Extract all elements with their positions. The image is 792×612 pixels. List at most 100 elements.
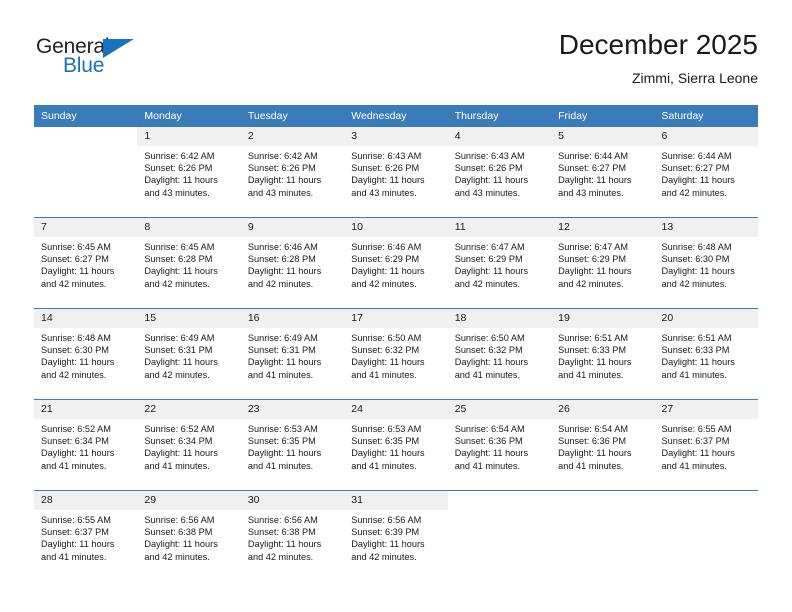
day-cell-24[interactable]: 24 Sunrise: 6:53 AM Sunset: 6:35 PM Dayligh…	[344, 400, 448, 490]
general-blue-logo[interactable]: General Blue	[36, 36, 186, 86]
day-cell-31[interactable]: 31 Sunrise: 6:56 AM Sunset: 6:39 PM Dayligh…	[344, 491, 448, 581]
daylight-text-line2: and 41 minutes.	[454, 460, 521, 471]
daylight-text-line2: and 42 minutes.	[351, 278, 417, 289]
sunrise-text: Sunrise: 6:50 AM	[454, 333, 525, 343]
day-cell-empty	[447, 491, 552, 581]
day-cell-1[interactable]: 1 Sunrise: 6:42 AM Sunset: 6:26 PM Daylight…	[137, 127, 241, 217]
day-cell: 7 Sunrise: 6:45 AM Sunset: 6:27 PM Daylight…	[34, 217, 138, 309]
day-cell-5[interactable]: 5 Sunrise: 6:44 AM Sunset: 6:27 PM Daylight…	[551, 127, 655, 217]
sunrise-text: Sunrise: 6:52 AM	[41, 424, 111, 434]
sunrise-text: Sunrise: 6:53 AM	[247, 424, 318, 434]
day-cell-7[interactable]: 7 Sunrise: 6:45 AM Sunset: 6:27 PM Daylight…	[34, 218, 138, 308]
day-number: 22	[137, 400, 241, 419]
day-cell-22[interactable]: 22 Sunrise: 6:52 AM Sunset: 6:34 PM Dayligh…	[137, 400, 241, 490]
daylight-text-line1: Daylight: 11 hours	[144, 448, 218, 459]
daylight-text-line2: and 43 minutes.	[454, 187, 521, 198]
day-number: 17	[344, 309, 448, 328]
day-number: 20	[654, 309, 758, 328]
day-cell-16[interactable]: 16 Sunrise: 6:49 AM Sunset: 6:31 PM Dayligh…	[240, 309, 345, 399]
day-cell-19[interactable]: 19 Sunrise: 6:51 AM Sunset: 6:33 PM Dayligh…	[551, 309, 655, 399]
day-cell-27[interactable]: 27 Sunrise: 6:55 AM Sunset: 6:37 PM Dayligh…	[654, 400, 758, 490]
day-cell-18[interactable]: 18 Sunrise: 6:50 AM Sunset: 6:32 PM Dayligh…	[447, 309, 552, 399]
daylight-text-line2: and 42 minutes.	[41, 369, 107, 380]
day-cell-26[interactable]: 26 Sunrise: 6:54 AM Sunset: 6:36 PM Dayligh…	[551, 400, 655, 490]
daylight-text-line1: Daylight: 11 hours	[144, 266, 218, 277]
calendar-table: Sunday Monday Tuesday Wednesday Thursday…	[34, 105, 758, 581]
sunrise-text: Sunrise: 6:46 AM	[351, 242, 422, 252]
daylight-text-line2: and 42 minutes.	[41, 278, 107, 289]
day-info: Sunrise: 6:54 AM Sunset: 6:36 PM Daylight:…	[448, 419, 551, 472]
day-cell-23[interactable]: 23 Sunrise: 6:53 AM Sunset: 6:35 PM Dayligh…	[240, 400, 345, 490]
day-cell-3[interactable]: 3 Sunrise: 6:43 AM Sunset: 6:26 PM Daylight…	[344, 127, 448, 217]
day-cell-29[interactable]: 29 Sunrise: 6:56 AM Sunset: 6:38 PM Dayligh…	[137, 491, 241, 581]
weekday-header-tuesday: Tuesday	[240, 105, 345, 127]
day-cell: 2 Sunrise: 6:42 AM Sunset: 6:26 PM Daylight…	[240, 127, 345, 218]
sunset-text: Sunset: 6:37 PM	[661, 436, 730, 447]
sunrise-text: Sunrise: 6:48 AM	[41, 333, 111, 343]
day-number: 15	[137, 309, 241, 328]
day-cell: 23 Sunrise: 6:53 AM Sunset: 6:35 PM Dayligh…	[240, 399, 345, 491]
sunset-text: Sunset: 6:38 PM	[144, 527, 213, 538]
day-cell-17[interactable]: 17 Sunrise: 6:50 AM Sunset: 6:32 PM Dayligh…	[344, 309, 448, 399]
daylight-text-line2: and 41 minutes.	[41, 551, 107, 562]
sunrise-text: Sunrise: 6:46 AM	[247, 242, 318, 252]
day-cell-11[interactable]: 11 Sunrise: 6:47 AM Sunset: 6:29 PM Dayligh…	[447, 218, 552, 308]
day-cell-21[interactable]: 21 Sunrise: 6:52 AM Sunset: 6:34 PM Dayligh…	[34, 400, 138, 490]
daylight-text-line1: Daylight: 11 hours	[247, 357, 322, 368]
day-cell-13[interactable]: 13 Sunrise: 6:48 AM Sunset: 6:30 PM Dayligh…	[654, 218, 758, 308]
day-cell-8[interactable]: 8 Sunrise: 6:45 AM Sunset: 6:28 PM Daylight…	[137, 218, 241, 308]
day-cell: 14 Sunrise: 6:48 AM Sunset: 6:30 PM Dayligh…	[34, 308, 138, 400]
daylight-text-line2: and 41 minutes.	[144, 460, 210, 471]
day-cell: 8 Sunrise: 6:45 AM Sunset: 6:28 PM Daylight…	[137, 217, 241, 309]
sunrise-text: Sunrise: 6:56 AM	[144, 515, 215, 525]
daylight-text-line1: Daylight: 11 hours	[454, 448, 529, 459]
day-cell-28[interactable]: 28 Sunrise: 6:55 AM Sunset: 6:37 PM Dayligh…	[34, 491, 138, 581]
day-info: Sunrise: 6:43 AM Sunset: 6:26 PM Daylight:…	[344, 146, 447, 199]
sunset-text: Sunset: 6:27 PM	[661, 163, 730, 174]
daylight-text-line2: and 42 minutes.	[661, 278, 727, 289]
daylight-text-line2: and 41 minutes.	[661, 460, 727, 471]
daylight-text-line2: and 42 minutes.	[144, 278, 210, 289]
day-number: 19	[551, 309, 655, 328]
day-cell-12[interactable]: 12 Sunrise: 6:47 AM Sunset: 6:29 PM Dayligh…	[551, 218, 655, 308]
week-row: 28 Sunrise: 6:55 AM Sunset: 6:37 PM Dayligh…	[34, 490, 758, 581]
daylight-text-line1: Daylight: 11 hours	[247, 266, 322, 277]
day-cell-14[interactable]: 14 Sunrise: 6:48 AM Sunset: 6:30 PM Dayligh…	[34, 309, 138, 399]
day-cell-4[interactable]: 4 Sunrise: 6:43 AM Sunset: 6:26 PM Daylight…	[447, 127, 552, 217]
day-cell: 31 Sunrise: 6:56 AM Sunset: 6:39 PM Dayligh…	[344, 490, 448, 581]
day-cell: 16 Sunrise: 6:49 AM Sunset: 6:31 PM Dayligh…	[240, 308, 345, 400]
day-info: Sunrise: 6:56 AM Sunset: 6:38 PM Daylight:…	[137, 510, 240, 563]
daylight-text-line2: and 41 minutes.	[558, 369, 624, 380]
day-cell-6[interactable]: 6 Sunrise: 6:44 AM Sunset: 6:27 PM Daylight…	[654, 127, 758, 217]
day-cell	[34, 127, 138, 218]
daylight-text-line1: Daylight: 11 hours	[661, 357, 735, 368]
day-info: Sunrise: 6:52 AM Sunset: 6:34 PM Daylight:…	[137, 419, 240, 472]
day-cell-25[interactable]: 25 Sunrise: 6:54 AM Sunset: 6:36 PM Dayligh…	[447, 400, 552, 490]
daylight-text-line1: Daylight: 11 hours	[454, 175, 529, 186]
daylight-text-line2: and 43 minutes.	[247, 187, 314, 198]
day-info: Sunrise: 6:51 AM Sunset: 6:33 PM Daylight:…	[551, 328, 654, 381]
daylight-text-line2: and 42 minutes.	[351, 551, 417, 562]
day-cell: 12 Sunrise: 6:47 AM Sunset: 6:29 PM Dayligh…	[551, 217, 655, 309]
daylight-text-line2: and 42 minutes.	[247, 278, 314, 289]
sunrise-text: Sunrise: 6:43 AM	[454, 151, 525, 161]
weekday-header-friday: Friday	[551, 105, 655, 127]
day-info: Sunrise: 6:46 AM Sunset: 6:28 PM Daylight:…	[241, 237, 344, 290]
day-cell-2[interactable]: 2 Sunrise: 6:42 AM Sunset: 6:26 PM Daylight…	[240, 127, 345, 217]
day-cell-15[interactable]: 15 Sunrise: 6:49 AM Sunset: 6:31 PM Dayligh…	[137, 309, 241, 399]
day-cell-9[interactable]: 9 Sunrise: 6:46 AM Sunset: 6:28 PM Daylight…	[240, 218, 345, 308]
day-cell: 30 Sunrise: 6:56 AM Sunset: 6:38 PM Dayligh…	[240, 490, 345, 581]
page-header: General Blue December 2025 Zimmi, Sierra…	[0, 0, 792, 103]
day-cell: 24 Sunrise: 6:53 AM Sunset: 6:35 PM Dayligh…	[344, 399, 448, 491]
day-cell-10[interactable]: 10 Sunrise: 6:46 AM Sunset: 6:29 PM Dayligh…	[344, 218, 448, 308]
day-info: Sunrise: 6:50 AM Sunset: 6:32 PM Daylight:…	[448, 328, 551, 381]
daylight-text-line1: Daylight: 11 hours	[351, 448, 425, 459]
day-cell-20[interactable]: 20 Sunrise: 6:51 AM Sunset: 6:33 PM Dayligh…	[654, 309, 758, 399]
daylight-text-line2: and 41 minutes.	[247, 369, 314, 380]
day-number: 8	[137, 218, 241, 237]
day-cell-30[interactable]: 30 Sunrise: 6:56 AM Sunset: 6:38 PM Dayligh…	[240, 491, 345, 581]
day-cell: 13 Sunrise: 6:48 AM Sunset: 6:30 PM Dayligh…	[654, 217, 758, 309]
day-number: 28	[34, 491, 138, 510]
daylight-text-line1: Daylight: 11 hours	[144, 357, 218, 368]
sunset-text: Sunset: 6:35 PM	[247, 436, 316, 447]
